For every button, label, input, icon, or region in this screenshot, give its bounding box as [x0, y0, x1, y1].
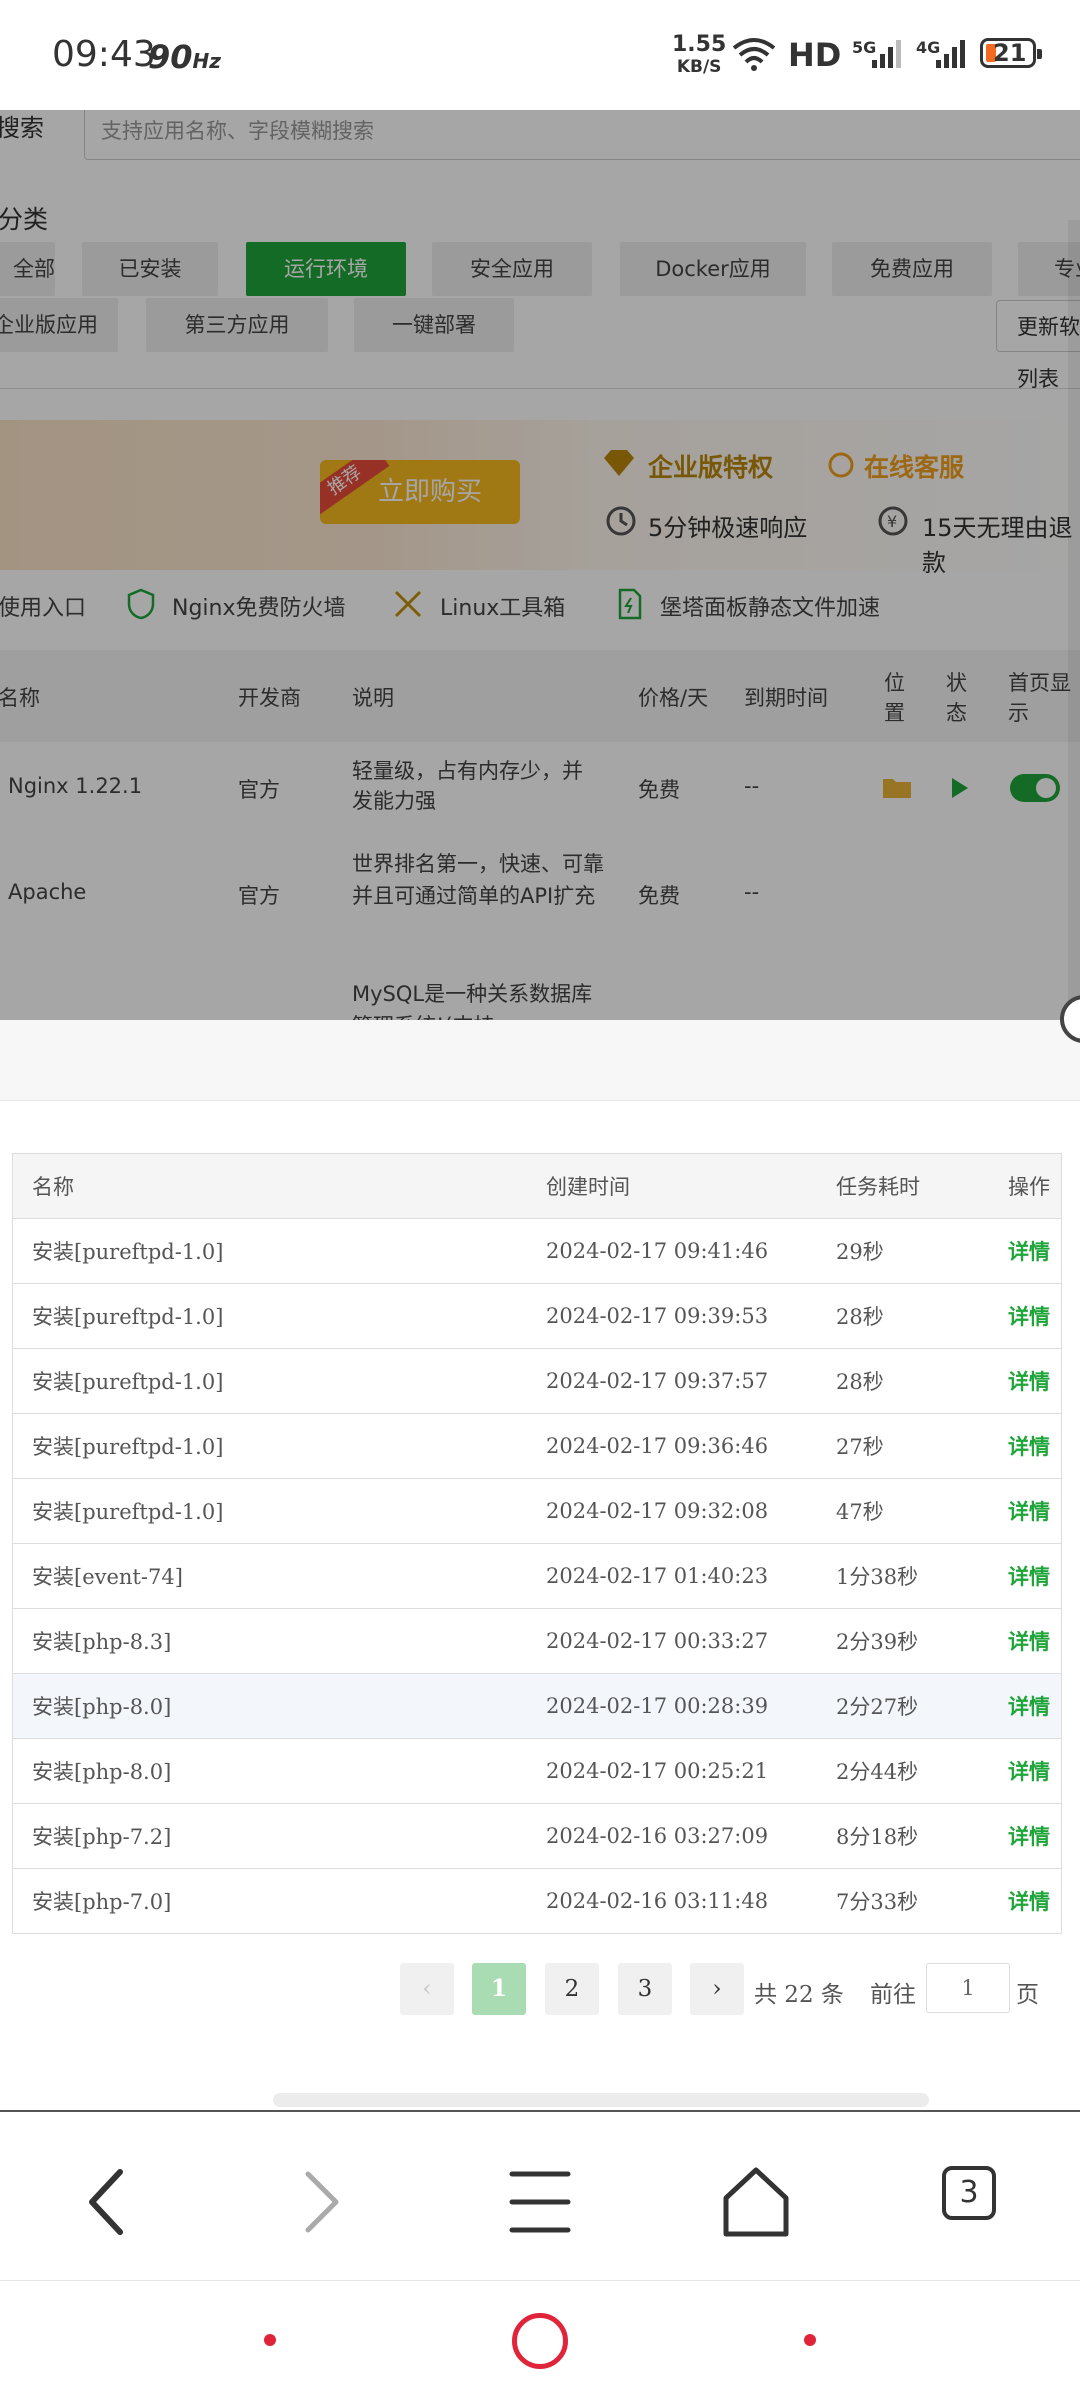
- header-duration: 任务耗时: [836, 1154, 1008, 1219]
- header-created-time: 创建时间: [546, 1154, 836, 1219]
- task-row: 安装[php-7.0] 2024-02-16 03:11:48 7分33秒 详情: [13, 1869, 1061, 1934]
- pagination: ‹ 1 2 3 › 共 22 条 前往 1 页: [0, 1963, 1080, 2019]
- task-duration: 2分27秒: [836, 1673, 1008, 1739]
- task-time: 2024-02-17 00:33:27: [546, 1608, 836, 1674]
- task-duration: 29秒: [836, 1218, 1008, 1284]
- task-list-dialog: 名称 创建时间 任务耗时 操作 安装[pureftpd-1.0] 2024-02-…: [0, 1020, 1080, 2110]
- goto-page-input[interactable]: 1: [926, 1963, 1010, 2013]
- prev-page-button[interactable]: ‹: [400, 1963, 454, 2015]
- task-duration: 1分38秒: [836, 1543, 1008, 1609]
- page-button-3[interactable]: 3: [618, 1963, 672, 2015]
- task-row: 安装[pureftpd-1.0] 2024-02-17 09:32:08 47秒 详情: [13, 1478, 1061, 1544]
- tabs-button[interactable]: 3: [942, 2166, 996, 2220]
- task-name: 安装[pureftpd-1.0]: [13, 1348, 546, 1414]
- task-name: 安装[pureftpd-1.0]: [13, 1283, 546, 1349]
- task-detail-link[interactable]: 详情: [1008, 1629, 1050, 1654]
- nav-dot-left[interactable]: [264, 2334, 276, 2346]
- header-task-name: 名称: [13, 1154, 546, 1219]
- task-name: 安装[php-8.3]: [13, 1608, 546, 1674]
- task-duration: 8分18秒: [836, 1803, 1008, 1869]
- status-time: 09:43: [52, 34, 156, 75]
- browser-toolbar: 3: [0, 2110, 1080, 2280]
- task-detail-link[interactable]: 详情: [1008, 1824, 1050, 1849]
- task-detail-link[interactable]: 详情: [1008, 1694, 1050, 1719]
- task-duration: 47秒: [836, 1478, 1008, 1544]
- task-time: 2024-02-17 00:25:21: [546, 1738, 836, 1804]
- battery-level: 21: [993, 39, 1027, 67]
- task-name: 安装[pureftpd-1.0]: [13, 1478, 546, 1544]
- system-navigation-bar: [0, 2280, 1080, 2401]
- task-name: 安装[php-8.0]: [13, 1673, 546, 1739]
- menu-icon[interactable]: [500, 2162, 580, 2242]
- task-detail-link[interactable]: 详情: [1008, 1889, 1050, 1914]
- network-speed-value: 1.55: [672, 32, 727, 57]
- task-time: 2024-02-17 09:41:46: [546, 1218, 836, 1284]
- task-row: 安装[pureftpd-1.0] 2024-02-17 09:36:46 27秒 详情: [13, 1413, 1061, 1479]
- page-suffix: 页: [1016, 1982, 1039, 2008]
- task-row: 安装[pureftpd-1.0] 2024-02-17 09:41:46 29秒 详情: [13, 1218, 1061, 1284]
- task-name: 安装[php-7.2]: [13, 1803, 546, 1869]
- task-duration: 28秒: [836, 1283, 1008, 1349]
- page-button-2[interactable]: 2: [545, 1963, 599, 2015]
- horizontal-scrollbar[interactable]: [273, 2093, 929, 2107]
- task-duration: 7分33秒: [836, 1890, 919, 1914]
- refresh-rate-value: 90: [148, 38, 193, 76]
- modal-overlay[interactable]: [0, 110, 1080, 1020]
- task-duration: 2分39秒: [836, 1608, 1008, 1674]
- goto-label: 前往: [870, 1982, 916, 2008]
- home-icon[interactable]: [716, 2162, 796, 2242]
- task-detail-link[interactable]: 详情: [1008, 1759, 1050, 1784]
- task-time: 2024-02-17 09:32:08: [546, 1478, 836, 1544]
- hd-label: HD: [788, 36, 842, 74]
- task-time: 2024-02-17 09:36:46: [546, 1413, 836, 1479]
- header-action: 操作: [1008, 1154, 1061, 1219]
- network-speed-unit: KB/S: [676, 57, 722, 77]
- task-detail-link[interactable]: 详情: [1008, 1304, 1050, 1329]
- task-detail-link[interactable]: 详情: [1008, 1239, 1050, 1264]
- task-detail-link[interactable]: 详情: [1008, 1564, 1050, 1589]
- task-row: 安装[event-74] 2024-02-17 01:40:23 1分38秒 详情: [13, 1543, 1061, 1609]
- back-icon[interactable]: [66, 2162, 146, 2242]
- battery-icon: 21: [980, 38, 1042, 68]
- wifi-icon: [732, 38, 776, 71]
- signal-5g-icon: [872, 40, 901, 68]
- task-name: 安装[pureftpd-1.0]: [13, 1218, 546, 1284]
- task-row: 安装[php-7.2] 2024-02-16 03:27:09 8分18秒 详情: [13, 1803, 1061, 1869]
- task-time: 2024-02-17 00:28:39: [546, 1673, 836, 1739]
- signal-4g-icon: [936, 40, 965, 68]
- task-name: 安装[php-8.0]: [13, 1738, 546, 1804]
- task-name: 安装[php-7.0]: [32, 1890, 172, 1914]
- task-row: 安装[pureftpd-1.0] 2024-02-17 09:37:57 28秒 详情: [13, 1348, 1061, 1414]
- total-count: 共 22 条: [754, 1982, 844, 2008]
- dialog-header: [0, 1020, 1080, 1101]
- refresh-rate: 90Hz: [148, 38, 221, 76]
- network-speed: 1.55 KB/S: [672, 34, 726, 78]
- refresh-rate-unit: Hz: [192, 49, 221, 73]
- task-time: 2024-02-17 09:37:57: [546, 1348, 836, 1414]
- page-button-1[interactable]: 1: [472, 1963, 526, 2015]
- forward-icon[interactable]: [282, 2162, 362, 2242]
- next-page-button[interactable]: ›: [690, 1963, 744, 2015]
- nav-home-ring[interactable]: [512, 2313, 568, 2369]
- task-time: 2024-02-17 01:40:23: [546, 1543, 836, 1609]
- nav-dot-right[interactable]: [804, 2334, 816, 2346]
- task-detail-link[interactable]: 详情: [1008, 1499, 1050, 1524]
- task-row: 安装[pureftpd-1.0] 2024-02-17 09:39:53 28秒 详情: [13, 1283, 1061, 1349]
- task-detail-link[interactable]: 详情: [1008, 1434, 1050, 1459]
- task-name: 安装[event-74]: [13, 1543, 546, 1609]
- task-name: 安装[pureftpd-1.0]: [13, 1413, 546, 1479]
- task-duration: 28秒: [836, 1348, 1008, 1414]
- task-time: 2024-02-16 03:27:09: [546, 1803, 836, 1869]
- task-time: 2024-02-16 03:11:48: [546, 1889, 769, 1913]
- status-bar: 09:43 90Hz 1.55 KB/S HD 5G 4G 21: [0, 0, 1080, 110]
- task-duration: 27秒: [836, 1413, 1008, 1479]
- task-detail-link[interactable]: 详情: [1008, 1369, 1050, 1394]
- task-row: 安装[php-8.0] 2024-02-17 00:25:21 2分44秒 详情: [13, 1738, 1061, 1804]
- task-duration: 2分44秒: [836, 1738, 1008, 1804]
- task-row-hovered: 安装[php-8.0] 2024-02-17 00:28:39 2分27秒 详情: [13, 1673, 1061, 1739]
- task-time: 2024-02-17 09:39:53: [546, 1283, 836, 1349]
- task-row: 安装[php-8.3] 2024-02-17 00:33:27 2分39秒 详情: [13, 1608, 1061, 1674]
- task-table-header: 名称 创建时间 任务耗时 操作: [13, 1154, 1061, 1219]
- task-table: 名称 创建时间 任务耗时 操作 安装[pureftpd-1.0] 2024-02-…: [12, 1153, 1062, 1934]
